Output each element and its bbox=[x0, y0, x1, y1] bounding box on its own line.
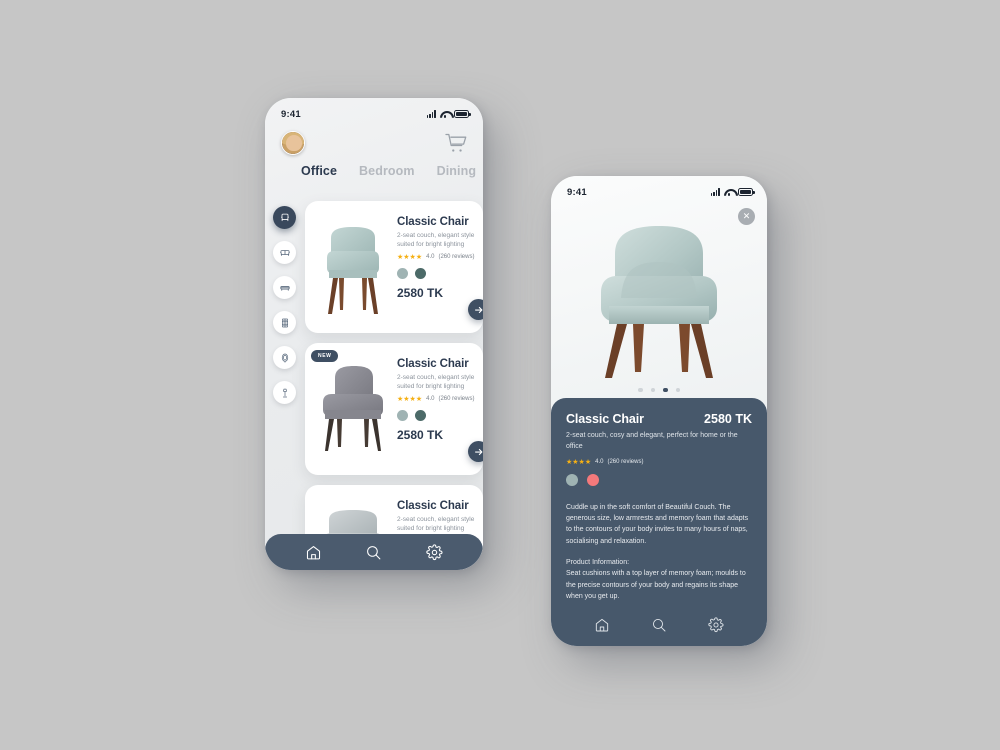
product-information-block: Product Information: Seat cushions with … bbox=[566, 557, 752, 602]
star-rating-icon: ★★★★ bbox=[566, 458, 592, 466]
product-info: Classic Chair 2-seat couch, elegant styl… bbox=[397, 212, 474, 322]
sidebar-item-armchair[interactable] bbox=[273, 206, 296, 229]
gallery-dot-active[interactable] bbox=[663, 387, 668, 392]
gallery-dot[interactable] bbox=[650, 387, 655, 392]
swatch-option-2[interactable] bbox=[415, 409, 426, 421]
product-description: 2-seat couch, elegant style suited for b… bbox=[397, 516, 475, 533]
wifi-icon bbox=[724, 188, 734, 197]
tab-bedroom[interactable]: Bedroom bbox=[359, 164, 415, 178]
product-list-screen: 9:41 Office Bedroom Dining Classic Chair… bbox=[265, 98, 483, 570]
status-icons bbox=[710, 188, 755, 197]
product-detail-panel: Classic Chair 2580 TK 2-seat couch, cosy… bbox=[551, 398, 767, 646]
bottom-navigation[interactable] bbox=[265, 534, 483, 570]
status-bar: 9:41 bbox=[551, 176, 767, 202]
rating-value: 4.0 bbox=[426, 396, 435, 403]
rating-value: 4.0 bbox=[426, 254, 435, 261]
sidebar-item-floor-lamp[interactable] bbox=[273, 381, 296, 404]
star-rating-icon: ★★★★ bbox=[397, 253, 423, 261]
home-icon[interactable] bbox=[305, 544, 322, 561]
info-heading: Product Information: bbox=[566, 559, 630, 566]
product-rating: ★★★★ 4.0 (260 reviews) bbox=[397, 254, 474, 261]
rating-value: 4.0 bbox=[595, 459, 604, 466]
home-icon[interactable] bbox=[594, 617, 610, 633]
color-swatches[interactable] bbox=[566, 473, 752, 486]
product-rating: ★★★★ 4.0 (260 reviews) bbox=[566, 459, 752, 466]
product-price: 2580 TK bbox=[397, 285, 444, 300]
sidebar-item-bench[interactable] bbox=[273, 276, 296, 299]
product-card-list[interactable]: Classic Chair 2-seat couch, elegant styl… bbox=[305, 201, 483, 570]
search-icon[interactable] bbox=[365, 544, 382, 561]
product-price: 2580 TK bbox=[704, 412, 752, 426]
swatch-option-2[interactable] bbox=[415, 267, 426, 279]
sidebar-item-mirror[interactable] bbox=[273, 346, 296, 369]
star-rating-icon: ★★★★ bbox=[397, 395, 423, 403]
settings-gear-icon[interactable] bbox=[708, 617, 724, 633]
review-count: (260 reviews) bbox=[438, 396, 475, 403]
signal-bars-icon bbox=[426, 110, 436, 118]
status-time: 9:41 bbox=[567, 186, 587, 198]
battery-icon bbox=[738, 188, 755, 196]
gallery-dot[interactable] bbox=[638, 387, 643, 392]
tab-office[interactable]: Office bbox=[301, 164, 337, 178]
swatch-option-2[interactable] bbox=[587, 473, 599, 486]
product-rating: ★★★★ 4.0 (260 reviews) bbox=[397, 396, 474, 403]
description-paragraph: Cuddle up in the soft comfort of Beautif… bbox=[566, 503, 749, 545]
settings-gear-icon[interactable] bbox=[426, 543, 443, 561]
product-image bbox=[313, 354, 393, 464]
gallery-pagination-dots[interactable] bbox=[551, 387, 767, 392]
tab-dining[interactable]: Dining bbox=[437, 164, 476, 178]
detail-header: Classic Chair 2580 TK bbox=[566, 412, 752, 426]
category-tabs: Office Bedroom Dining bbox=[265, 158, 483, 186]
gallery-dot[interactable] bbox=[675, 387, 680, 392]
product-title: Classic Chair bbox=[397, 358, 469, 370]
swatch-option-1[interactable] bbox=[566, 473, 578, 486]
screenshot-canvas: 9:41 Office Bedroom Dining Classic Chair… bbox=[0, 0, 1000, 750]
product-title: Classic Chair bbox=[397, 216, 469, 228]
product-detail-screen: 9:41 ✕ Classic Chair 2580 TK 2-seat couc… bbox=[551, 176, 767, 646]
color-swatches[interactable] bbox=[397, 267, 474, 279]
product-gallery: ✕ bbox=[551, 202, 767, 398]
product-description: 2-seat couch, elegant style suited for b… bbox=[397, 374, 475, 391]
status-bar: 9:41 bbox=[265, 98, 483, 124]
phone-mockup-product-list: 9:41 Office Bedroom Dining Classic Chair… bbox=[265, 98, 483, 570]
page-title: Classic Chair bbox=[566, 412, 644, 426]
app-top-bar bbox=[265, 124, 483, 158]
view-product-button[interactable] bbox=[468, 299, 483, 320]
status-icons bbox=[426, 110, 471, 119]
view-product-button[interactable] bbox=[468, 441, 483, 462]
sidebar-item-cabinet[interactable] bbox=[273, 311, 296, 334]
product-subtitle: 2-seat couch, cosy and elegant, perfect … bbox=[566, 432, 738, 450]
product-info: Classic Chair 2-seat couch, elegant styl… bbox=[397, 354, 474, 464]
review-count: (260 reviews) bbox=[607, 459, 644, 466]
avatar[interactable] bbox=[281, 131, 305, 155]
phone-mockup-product-detail: 9:41 ✕ Classic Chair 2580 TK 2-seat couc… bbox=[551, 176, 767, 646]
category-rail bbox=[273, 206, 296, 404]
battery-icon bbox=[454, 110, 471, 118]
product-card[interactable]: Classic Chair 2-seat couch, elegant styl… bbox=[305, 201, 483, 333]
product-price: 2580 TK bbox=[397, 427, 444, 442]
wifi-icon bbox=[440, 110, 450, 119]
swatch-option-1[interactable] bbox=[397, 409, 408, 421]
product-description-body: Cuddle up in the soft comfort of Beautif… bbox=[566, 502, 752, 603]
review-count: (260 reviews) bbox=[438, 254, 475, 261]
sidebar-item-sofa[interactable] bbox=[273, 241, 296, 264]
product-image bbox=[313, 212, 393, 322]
cart-icon[interactable] bbox=[445, 133, 467, 153]
color-swatches[interactable] bbox=[397, 409, 474, 421]
search-icon[interactable] bbox=[651, 617, 667, 633]
status-time: 9:41 bbox=[281, 108, 301, 120]
swatch-option-1[interactable] bbox=[397, 267, 408, 279]
bottom-navigation[interactable] bbox=[551, 608, 767, 642]
product-card[interactable]: NEW Classic Chair 2-seat couch, elegant … bbox=[305, 343, 483, 475]
product-description: 2-seat couch, elegant style suited for b… bbox=[397, 232, 475, 249]
info-body: Seat cushions with a top layer of memory… bbox=[566, 570, 746, 600]
signal-bars-icon bbox=[710, 188, 720, 196]
product-title: Classic Chair bbox=[397, 500, 469, 512]
